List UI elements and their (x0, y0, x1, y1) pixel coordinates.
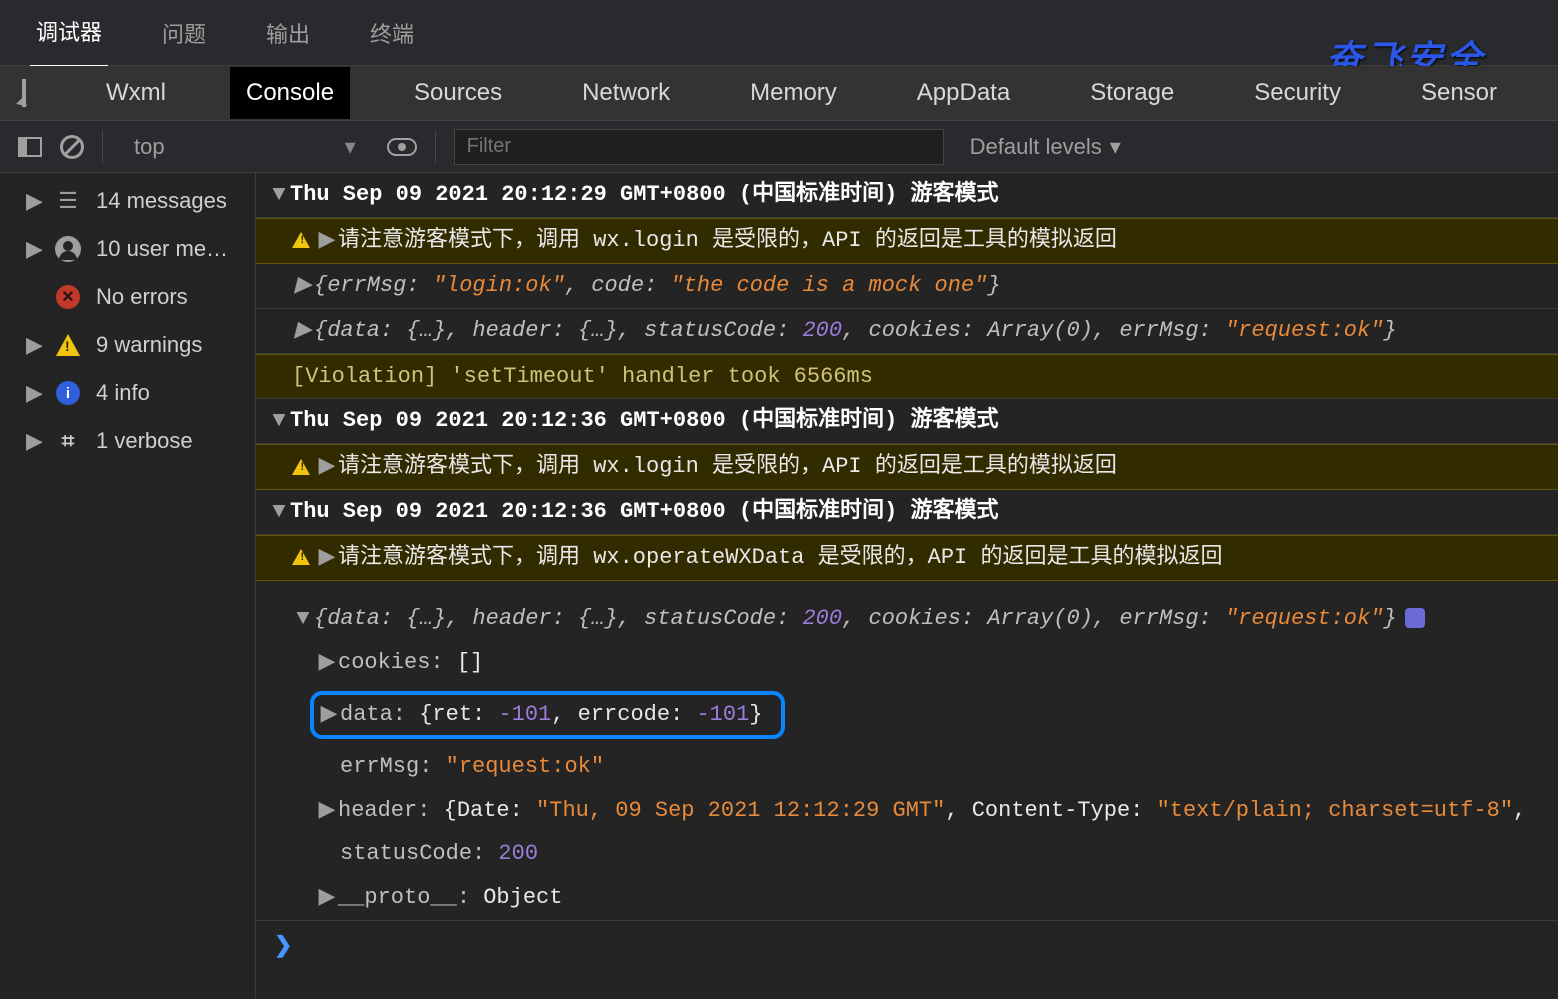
object-property-proto[interactable]: ▶__proto__: Object (256, 876, 1558, 920)
warning-icon (292, 549, 310, 565)
inspect-element-icon[interactable] (22, 79, 26, 107)
log-warning[interactable]: ▶请注意游客模式下，调用 wx.login 是受限的，API 的返回是工具的模拟… (256, 444, 1558, 490)
context-value: top (134, 134, 165, 160)
toggle-sidebar-icon[interactable] (18, 137, 42, 157)
expand-icon: ▶ (26, 236, 40, 262)
user-icon (54, 235, 82, 263)
log-object[interactable]: ▶{data: {…}, header: {…}, statusCode: 20… (256, 309, 1558, 354)
panel-memory[interactable]: Memory (734, 67, 853, 119)
collapse-icon: ▼ (268, 179, 290, 211)
warning-text: 请注意游客模式下，调用 wx.login 是受限的，API 的返回是工具的模拟返… (338, 454, 1117, 479)
sidebar-item-label: No errors (96, 284, 188, 310)
console-toolbar: top ▾ Default levels ▾ (0, 121, 1558, 173)
log-warning[interactable]: ▶请注意游客模式下，调用 wx.operateWXData 是受限的，API 的… (256, 535, 1558, 581)
error-icon: ✕ (54, 283, 82, 311)
tab-output[interactable]: 输出 (260, 0, 316, 67)
warning-icon (292, 232, 310, 248)
panel-sources[interactable]: Sources (398, 67, 518, 119)
info-icon: i (54, 379, 82, 407)
sidebar-item-label: 10 user me… (96, 236, 228, 262)
expand-icon: ▶ (318, 699, 340, 731)
collapse-icon: ▼ (268, 405, 290, 437)
panel-appdata[interactable]: AppData (901, 67, 1026, 119)
object-property[interactable]: ▶cookies: [] (256, 641, 1558, 685)
levels-label: Default levels (970, 134, 1102, 160)
panel-console[interactable]: Console (230, 67, 350, 119)
verbose-icon: ⌗ (54, 427, 82, 455)
expand-icon: ▶ (316, 647, 338, 679)
console-output: ▼Thu Sep 09 2021 20:12:29 GMT+0800 (中国标准… (256, 173, 1558, 999)
group-title: Thu Sep 09 2021 20:12:36 GMT+0800 (中国标准时… (290, 408, 998, 433)
expand-icon: ▶ (316, 795, 338, 827)
expand-icon: ▶ (292, 270, 314, 302)
prompt-icon: ❯ (274, 934, 292, 959)
group-title: Thu Sep 09 2021 20:12:29 GMT+0800 (中国标准时… (290, 182, 998, 207)
copy-icon[interactable] (1405, 608, 1425, 628)
panel-wxml[interactable]: Wxml (90, 67, 182, 119)
sidebar-item-label: 14 messages (96, 188, 227, 214)
warning-text: 请注意游客模式下，调用 wx.login 是受限的，API 的返回是工具的模拟返… (338, 228, 1117, 253)
sidebar-item-label: 1 verbose (96, 428, 193, 454)
panel-storage[interactable]: Storage (1074, 67, 1190, 119)
messages-icon: ☰ (54, 187, 82, 215)
live-expression-icon[interactable] (387, 138, 417, 156)
log-object[interactable]: ▶{errMsg: "login:ok", code: "the code is… (256, 264, 1558, 309)
log-group-header[interactable]: ▼Thu Sep 09 2021 20:12:29 GMT+0800 (中国标准… (256, 173, 1558, 218)
expand-icon: ▶ (26, 332, 40, 358)
expand-icon: ▶ (292, 315, 314, 347)
expand-icon: ▶ (26, 188, 40, 214)
collapse-icon: ▼ (268, 496, 290, 528)
filter-input[interactable] (454, 129, 944, 165)
group-title: Thu Sep 09 2021 20:12:36 GMT+0800 (中国标准时… (290, 499, 998, 524)
sidebar-item-info[interactable]: ▶ i 4 info (0, 369, 255, 417)
console-sidebar: ▶ ☰ 14 messages ▶ 10 user me… ✕ No error… (0, 173, 256, 999)
tab-problems[interactable]: 问题 (156, 0, 212, 67)
console-prompt[interactable]: ❯ (256, 920, 1558, 967)
sidebar-item-verbose[interactable]: ▶ ⌗ 1 verbose (0, 417, 255, 465)
panel-network[interactable]: Network (566, 67, 686, 119)
log-group-header[interactable]: ▼Thu Sep 09 2021 20:12:36 GMT+0800 (中国标准… (256, 490, 1558, 535)
clear-console-icon[interactable] (60, 135, 84, 159)
separator (102, 131, 103, 163)
chevron-down-icon: ▾ (1110, 134, 1121, 160)
sidebar-item-errors[interactable]: ✕ No errors (0, 273, 255, 321)
expand-icon: ▶ (316, 451, 338, 483)
panel-sensor[interactable]: Sensor (1405, 67, 1513, 119)
log-violation: [Violation] 'setTimeout' handler took 65… (256, 354, 1558, 400)
expand-icon: ▶ (316, 225, 338, 257)
chevron-down-icon: ▾ (345, 134, 356, 160)
object-property[interactable]: errMsg: "request:ok" (256, 745, 1558, 789)
separator (435, 131, 436, 163)
panel-security[interactable]: Security (1238, 67, 1357, 119)
log-levels-select[interactable]: Default levels ▾ (970, 134, 1121, 160)
top-tab-bar: 调试器 问题 输出 终端 (0, 0, 1558, 66)
violation-text: [Violation] 'setTimeout' handler took 65… (292, 364, 873, 389)
object-property-data[interactable]: ▶data: {ret: -101, errcode: -101} (256, 685, 1558, 745)
expand-icon: ▶ (316, 882, 338, 914)
sidebar-item-warnings[interactable]: ▶ 9 warnings (0, 321, 255, 369)
sidebar-item-messages[interactable]: ▶ ☰ 14 messages (0, 177, 255, 225)
expand-icon: ▶ (26, 428, 40, 454)
log-object-expanded[interactable]: ▼{data: {…}, header: {…}, statusCode: 20… (256, 581, 1558, 641)
sidebar-item-label: 9 warnings (96, 332, 202, 358)
expand-icon: ▶ (316, 542, 338, 574)
context-select[interactable]: top ▾ (121, 127, 369, 167)
warning-icon (292, 459, 310, 475)
warning-text: 请注意游客模式下，调用 wx.operateWXData 是受限的，API 的返… (338, 545, 1222, 570)
log-warning[interactable]: ▶请注意游客模式下，调用 wx.login 是受限的，API 的返回是工具的模拟… (256, 218, 1558, 264)
tab-terminal[interactable]: 终端 (364, 0, 420, 67)
expand-icon: ▶ (26, 380, 40, 406)
warning-icon (54, 331, 82, 359)
sidebar-item-label: 4 info (96, 380, 150, 406)
log-group-header[interactable]: ▼Thu Sep 09 2021 20:12:36 GMT+0800 (中国标准… (256, 399, 1558, 444)
devtools-panel-bar: Wxml Console Sources Network Memory AppD… (0, 66, 1558, 121)
highlight-box: ▶data: {ret: -101, errcode: -101} (310, 691, 785, 739)
tab-debugger[interactable]: 调试器 (30, 0, 108, 68)
collapse-icon: ▼ (292, 603, 314, 635)
object-property[interactable]: statusCode: 200 (256, 832, 1558, 876)
sidebar-item-user-messages[interactable]: ▶ 10 user me… (0, 225, 255, 273)
